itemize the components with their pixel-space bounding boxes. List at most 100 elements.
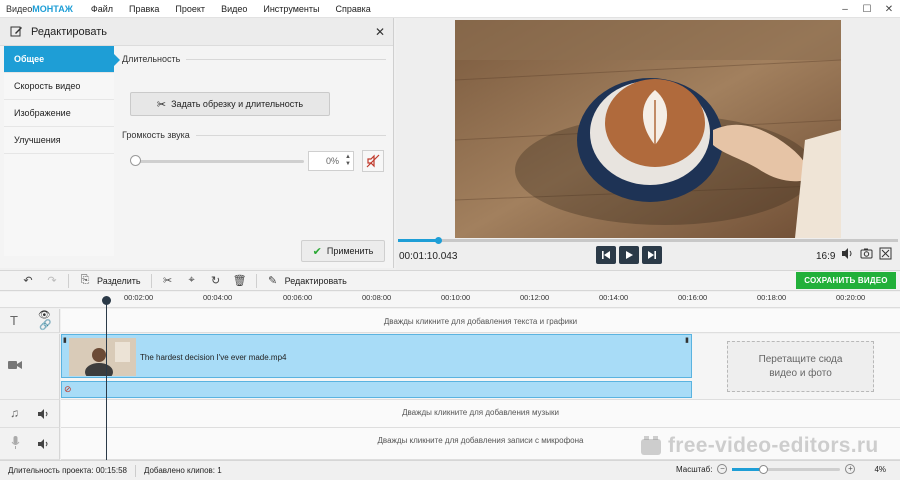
timeline-toolbar: ↶ ↷ ⎘ Разделить ✂ ⌖ ↻ 🗑 ✎ Редактировать … [0,270,900,291]
music-track-hint: Дважды кликните для добавления музыки [402,408,559,417]
clips-count-value: 1 [217,466,222,475]
microphone-icon [11,436,20,449]
volume-icon[interactable] [841,247,854,260]
skip-forward-icon [648,251,656,259]
cut-icon[interactable]: ✂ [159,272,177,290]
menu-edit[interactable]: Правка [121,4,167,14]
link-icon[interactable]: 🔗 [39,320,51,331]
audio-muted-icon: ⊘ [64,384,72,394]
speaker-icon[interactable] [38,409,49,419]
clip-thumbnail [69,338,136,376]
save-video-button[interactable]: СОХРАНИТЬ ВИДЕО [796,272,896,289]
play-button[interactable] [619,246,639,264]
watermark-text: free-video-editors.ru [668,434,879,457]
app-logo-part1: Видео [6,3,33,14]
skip-back-button[interactable] [596,246,616,264]
timeline-ruler[interactable]: 00:02:00 00:04:00 00:06:00 00:08:00 00:1… [0,292,900,308]
app-logo: ВидеоМОНТАЖ [0,4,83,14]
zoom-in-icon[interactable]: + [845,464,856,474]
toolbar-divider [150,273,152,288]
video-camera-icon [8,361,22,369]
volume-section: Громкость звука [122,130,386,140]
toolbar-divider [68,273,69,288]
spinner-arrows-icon[interactable]: ▲ ▼ [345,154,351,168]
delete-icon[interactable]: 🗑 [231,272,249,290]
rotate-icon[interactable]: ↻ [207,272,225,290]
text-icon: T [10,313,18,328]
split-icon[interactable]: ⎘ [76,272,94,290]
progress-knob[interactable] [435,237,442,244]
edit-icon[interactable]: ✎ [264,272,282,290]
aspect-ratio[interactable]: 16:9 [816,251,835,262]
video-clip[interactable]: The hardest decision I've ever made.mp4 … [61,334,692,378]
clip-end-handle[interactable]: ▮ [685,336,689,344]
menu-video[interactable]: Видео [213,4,255,14]
tab-enhancements[interactable]: Улучшения [4,127,114,154]
split-button[interactable]: Разделить [97,276,141,286]
volume-slider-thumb[interactable] [130,155,141,166]
trim-duration-button[interactable]: ✂ Задать обрезку и длительность [130,92,330,116]
text-track-hint: Дважды кликните для добавления текста и … [383,317,578,326]
edit-panel-body: Длительность ✂ Задать обрезку и длительн… [122,46,388,246]
zoom-slider[interactable] [732,464,841,474]
tab-general[interactable]: Общее [4,46,120,73]
text-track[interactable]: Дважды кликните для добавления текста и … [61,309,900,333]
menu-file[interactable]: Файл [83,4,121,14]
clip-start-handle[interactable]: ▮ [63,336,67,344]
edit-button[interactable]: Редактировать [285,276,347,286]
crop-icon[interactable]: ⌖ [183,272,201,290]
ruler-label: 00:18:00 [757,293,787,302]
drop-media-zone[interactable]: Перетащите сюда видео и фото [727,341,874,392]
volume-slider[interactable] [134,160,304,163]
zoom-slider-thumb[interactable] [758,464,768,474]
redo-icon[interactable]: ↷ [43,272,61,290]
fullscreen-icon[interactable] [879,247,892,260]
music-track-header: ♫ [0,400,60,428]
clip-audio-track[interactable]: ⊘ [61,381,692,398]
camera-icon[interactable] [860,247,873,260]
project-duration-value: 00:15:58 [95,466,127,475]
edit-panel-title: Редактировать [31,25,107,38]
divider [186,58,386,60]
ruler-label: 00:04:00 [203,293,233,302]
menu-tools[interactable]: Инструменты [255,4,327,14]
duration-section: Длительность [122,54,386,64]
volume-input[interactable]: 0% ▲ ▼ [308,151,354,171]
watermark-logo-icon [641,436,661,455]
mute-button[interactable] [362,150,384,172]
coffee-cup-image [455,20,841,238]
edit-panel-header: Редактировать ✕ [0,18,393,46]
menu-project[interactable]: Проект [167,4,213,14]
close-window-icon[interactable]: ✕ [878,0,900,18]
ruler-label: 00:08:00 [362,293,392,302]
watermark: free-video-editors.ru [640,434,879,458]
clip-name: The hardest decision I've ever made.mp4 [140,353,287,362]
skip-forward-button[interactable] [642,246,662,264]
maximize-icon[interactable]: ☐ [856,0,878,18]
tab-video-speed[interactable]: Скорость видео [4,73,114,100]
playback-progress-bar[interactable] [398,237,898,244]
zoom-label: Масштаб: [675,464,713,474]
music-track[interactable]: Дважды кликните для добавления музыки [61,400,900,428]
menu-help[interactable]: Справка [327,4,378,14]
apply-button[interactable]: ✔ Применить [301,240,385,262]
undo-icon[interactable]: ↶ [19,272,37,290]
zoom-out-icon[interactable]: − [717,464,728,474]
minimize-icon[interactable]: – [834,0,856,18]
volume-label: Громкость звука [122,130,190,140]
speaker-icon[interactable] [38,439,49,449]
text-track-header: T 👁 🔗 [0,309,60,333]
edit-side-tabs: Общее Скорость видео Изображение Улучшен… [4,46,120,256]
toolbar-divider [255,273,257,288]
tab-image[interactable]: Изображение [4,100,114,127]
mute-icon [366,154,380,168]
edit-pencil-icon [10,26,22,37]
video-frame[interactable] [455,20,841,238]
close-icon[interactable]: ✕ [375,25,385,39]
project-duration: Длительность проекта: 00:15:58 [0,466,135,475]
progress-fill [398,239,438,242]
zoom-control: Масштаб: − + 4% [676,464,886,474]
playhead-handle[interactable] [102,296,111,305]
ruler-label: 00:06:00 [283,293,313,302]
ruler-label: 00:20:00 [836,293,866,302]
